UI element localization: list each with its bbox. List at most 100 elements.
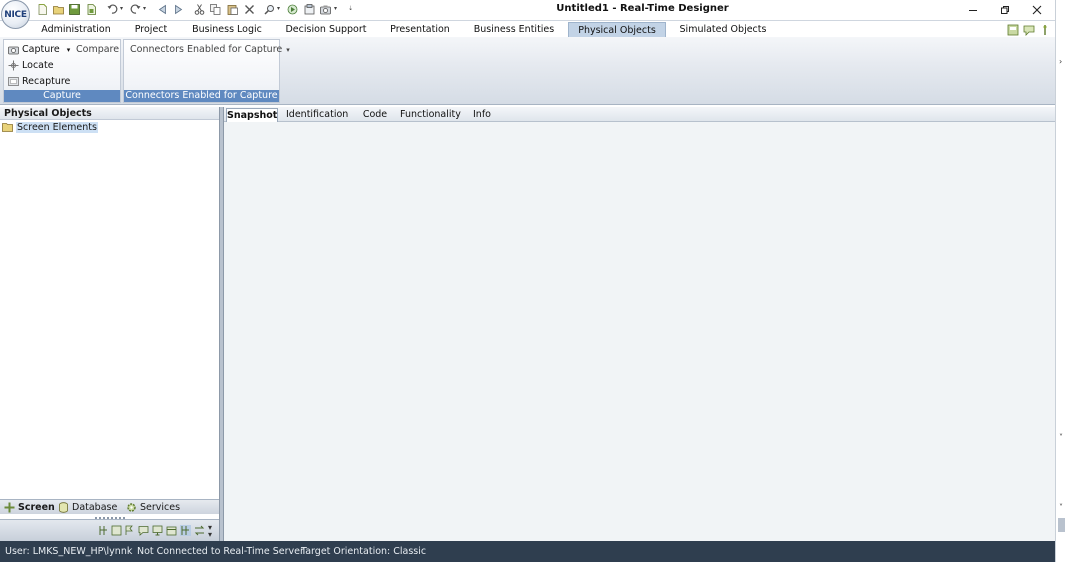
paste-icon[interactable] <box>226 3 239 16</box>
camera-icon[interactable] <box>319 3 332 16</box>
save-icon[interactable] <box>68 3 81 16</box>
redo-dropdown-icon[interactable]: ▾ <box>143 4 149 14</box>
capture-dropdown-icon: ▾ <box>66 45 71 54</box>
title-bar: NICE ▾ ▾ ▾ ▾ ⇣ Untitled1 - Real-Time Des… <box>0 0 1055 29</box>
tree-item-screen-elements[interactable]: Screen Elements <box>2 121 98 133</box>
locate-button[interactable]: Locate <box>8 60 54 71</box>
build-icon[interactable] <box>303 3 316 16</box>
capture-button[interactable]: Capture ▾ <box>8 44 70 55</box>
capture-group-label: Capture <box>4 90 120 102</box>
undo-icon[interactable] <box>106 3 119 16</box>
camera-dropdown-icon[interactable]: ▾ <box>334 4 340 14</box>
save-all-icon[interactable] <box>85 3 98 16</box>
tab-decision-support[interactable]: Decision Support <box>282 22 370 38</box>
find-icon[interactable] <box>263 3 276 16</box>
tab-screen-label: Screen <box>18 502 55 513</box>
app-logo[interactable]: NICE <box>1 0 30 29</box>
camera-icon <box>8 46 19 55</box>
layout-icon[interactable] <box>1007 24 1019 36</box>
left-panel-toolbar: ▾ ▾ <box>0 519 219 541</box>
close-button[interactable] <box>1027 2 1047 18</box>
scroll-thumb[interactable] <box>1058 518 1065 532</box>
chevron-right-icon[interactable]: › <box>1059 58 1062 66</box>
cut-icon[interactable] <box>193 3 206 16</box>
monitor-icon[interactable] <box>152 525 163 536</box>
chevron-down-icon[interactable]: ˅ <box>1059 504 1063 512</box>
snapshot-canvas[interactable] <box>224 122 1056 541</box>
run-icon[interactable] <box>286 3 299 16</box>
tree-item-label: Screen Elements <box>16 121 98 133</box>
tab-project[interactable]: Project <box>128 22 174 38</box>
left-panel-tabs: Screen Database Services <box>0 499 219 514</box>
tab-presentation[interactable]: Presentation <box>387 22 453 38</box>
recapture-button[interactable]: Recapture <box>8 76 70 87</box>
delete-icon[interactable] <box>243 3 256 16</box>
back-arrow-icon[interactable] <box>156 3 169 16</box>
tab-database[interactable]: Database <box>58 501 117 514</box>
tab-functionality[interactable]: Functionality <box>400 108 461 122</box>
locate-label: Locate <box>22 60 54 71</box>
tab-services-label: Services <box>140 502 181 513</box>
status-user: User: LMKS_NEW_HP\lynnk <box>5 546 133 557</box>
window-title: Untitled1 - Real-Time Designer <box>556 3 729 14</box>
capture-label: Capture <box>22 44 60 55</box>
connectors-group-label: Connectors Enabled for Capture <box>124 90 279 102</box>
close-icon <box>1032 5 1042 15</box>
details-panel: Snapshot Identification Code Functionali… <box>223 107 1056 541</box>
physical-objects-panel: Physical Objects Screen Elements Screen … <box>0 107 220 541</box>
ribbon-tab-bar: Administration Project Business Logic De… <box>0 20 1055 38</box>
undo-dropdown-icon[interactable]: ▾ <box>120 4 126 14</box>
redo-icon[interactable] <box>129 3 142 16</box>
message-icon[interactable] <box>138 525 149 536</box>
tab-business-logic[interactable]: Business Logic <box>188 22 266 38</box>
status-bar: User: LMKS_NEW_HP\lynnk Not Connected to… <box>0 541 1055 562</box>
layers-icon[interactable] <box>166 525 177 536</box>
recapture-label: Recapture <box>22 76 71 87</box>
tab-business-entities[interactable]: Business Entities <box>470 22 558 38</box>
edge-strip: › ˅ ˅ <box>1055 0 1065 562</box>
flag-icon[interactable] <box>124 525 135 536</box>
ribbon: Capture ▾ Compare Locate Recapture Captu… <box>0 37 1055 105</box>
database-icon <box>59 502 68 513</box>
minimize-button[interactable] <box>963 2 983 18</box>
restore-button[interactable] <box>995 2 1015 18</box>
connectors-group: Connectors Enabled for Capture ▾ Connect… <box>123 39 290 103</box>
find-dropdown-icon[interactable]: ▾ <box>277 4 283 14</box>
tab-screen[interactable]: Screen <box>4 501 55 514</box>
tab-database-label: Database <box>72 502 118 513</box>
panel-title: Physical Objects <box>0 107 219 120</box>
logo-text: NICE <box>4 9 27 20</box>
tools-icon[interactable] <box>180 525 191 536</box>
copy-icon[interactable] <box>209 3 222 16</box>
open-folder-icon[interactable] <box>52 3 65 16</box>
tab-snapshot[interactable]: Snapshot <box>226 108 278 122</box>
new-icon[interactable] <box>36 3 49 16</box>
window-icon[interactable] <box>111 525 122 536</box>
crosshair-icon <box>8 60 19 71</box>
connectors-dropdown[interactable]: Connectors Enabled for Capture ▾ <box>130 44 290 55</box>
chevron-down-icon: ▾ <box>286 45 290 54</box>
tab-code[interactable]: Code <box>358 108 392 122</box>
forward-arrow-icon[interactable] <box>172 3 185 16</box>
chevron-down-icon[interactable]: ˅ <box>1059 434 1063 442</box>
capture-group: Capture ▾ Compare Locate Recapture Captu… <box>3 39 121 103</box>
minimize-icon <box>969 10 977 11</box>
toolbar-overflow-icon[interactable]: ▾ ▾ <box>208 524 212 539</box>
details-tabs: Snapshot Identification Code Functionali… <box>224 107 1056 122</box>
folder-icon <box>2 123 13 132</box>
tab-services[interactable]: Services <box>126 501 180 514</box>
status-connection: Not Connected to Real-Time Server <box>137 546 304 557</box>
tab-administration[interactable]: Administration <box>38 22 114 38</box>
tab-identification[interactable]: Identification <box>286 108 348 122</box>
customize-toolbar-icon[interactable]: ⇣ <box>348 4 354 14</box>
compare-button[interactable]: Compare <box>76 44 119 55</box>
tab-physical-objects[interactable]: Physical Objects <box>568 22 666 38</box>
sync-icon[interactable] <box>194 525 205 536</box>
tab-info[interactable]: Info <box>470 108 494 122</box>
gear-icon <box>127 503 136 512</box>
expand-icon[interactable] <box>98 525 109 536</box>
tab-simulated-objects[interactable]: Simulated Objects <box>676 22 770 38</box>
status-orientation: Target Orientation: Classic <box>301 546 427 557</box>
info-icon[interactable] <box>1039 24 1051 36</box>
help-icon[interactable] <box>1023 24 1035 36</box>
